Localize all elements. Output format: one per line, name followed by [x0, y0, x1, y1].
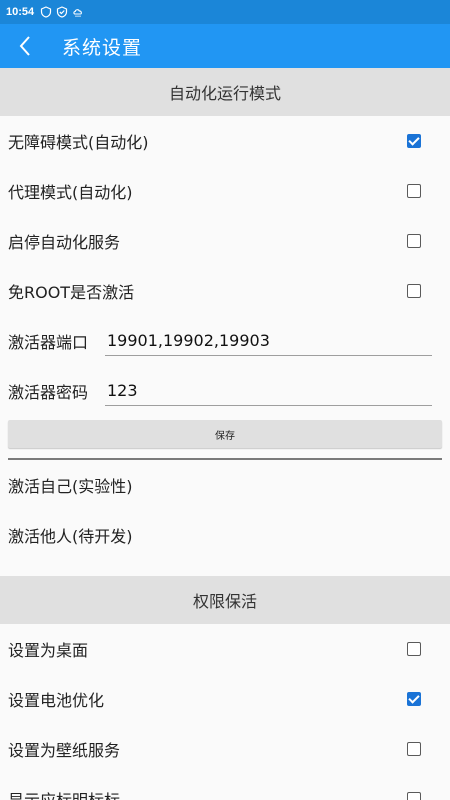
setting-accessibility-mode[interactable]: 无障碍模式(自动化): [0, 116, 450, 166]
section-header-automation: 自动化运行模式: [0, 68, 450, 116]
setting-start-stop-service[interactable]: 启停自动化服务: [0, 216, 450, 266]
setting-proxy-mode[interactable]: 代理模式(自动化): [0, 166, 450, 216]
start-stop-service-checkbox[interactable]: [407, 234, 421, 248]
setting-wallpaper-service[interactable]: 设置为壁纸服务: [0, 724, 450, 774]
activator-password-row: 激活器密码 123: [0, 366, 450, 416]
activator-port-row: 激活器端口 19901,19902,19903: [0, 316, 450, 366]
notification-check-shield-icon: [57, 6, 68, 18]
section-header-keepalive: 权限保活: [0, 576, 450, 624]
accessibility-mode-checkbox[interactable]: [407, 134, 421, 148]
activator-port-label: 激活器端口: [8, 333, 89, 352]
activate-others-item[interactable]: 激活他人(待开发): [0, 510, 450, 560]
setting-more[interactable]: 显示应标明标标: [0, 774, 450, 800]
chevron-left-icon: [19, 36, 30, 56]
battery-optimization-checkbox[interactable]: [407, 692, 421, 706]
setting-label: 设置为桌面: [8, 641, 89, 660]
setting-label: 设置为壁纸服务: [8, 741, 121, 760]
setting-label: 免ROOT是否激活: [8, 283, 135, 302]
noroot-activation-checkbox[interactable]: [407, 284, 421, 298]
setting-set-as-desktop[interactable]: 设置为桌面: [0, 624, 450, 674]
setting-battery-optimization[interactable]: 设置电池优化: [0, 674, 450, 724]
page-title: 系统设置: [62, 36, 143, 59]
setting-label: 无障碍模式(自动化): [8, 133, 149, 152]
notification-cloud-icon: [73, 9, 83, 17]
status-time: 10:54: [6, 6, 35, 18]
activate-self-item[interactable]: 激活自己(实验性): [0, 460, 450, 510]
set-as-desktop-checkbox[interactable]: [407, 642, 421, 656]
status-bar: 10:54: [0, 0, 450, 24]
setting-label: 显示应标明标标: [8, 787, 120, 800]
activator-port-input[interactable]: 19901,19902,19903: [105, 326, 432, 356]
wallpaper-service-checkbox[interactable]: [407, 742, 421, 756]
automation-section: 无障碍模式(自动化) 代理模式(自动化) 启停自动化服务 免ROOT是否激活 激…: [0, 116, 450, 576]
save-wrap: 保存: [0, 416, 450, 452]
activator-password-input[interactable]: 123: [105, 376, 432, 406]
app-bar: 系统设置: [0, 24, 450, 68]
setting-label: 启停自动化服务: [8, 233, 121, 252]
setting-noroot-activation[interactable]: 免ROOT是否激活: [0, 266, 450, 316]
more-checkbox[interactable]: [407, 792, 421, 800]
setting-label: 代理模式(自动化): [8, 183, 133, 202]
proxy-mode-checkbox[interactable]: [407, 184, 421, 198]
back-button[interactable]: [0, 24, 50, 68]
activator-password-label: 激活器密码: [8, 383, 89, 402]
save-button[interactable]: 保存: [8, 420, 442, 448]
notification-shield-icon: [41, 6, 52, 18]
keepalive-section: 设置为桌面 设置电池优化 设置为壁纸服务 显示应标明标标: [0, 624, 450, 800]
setting-label: 设置电池优化: [8, 691, 105, 710]
